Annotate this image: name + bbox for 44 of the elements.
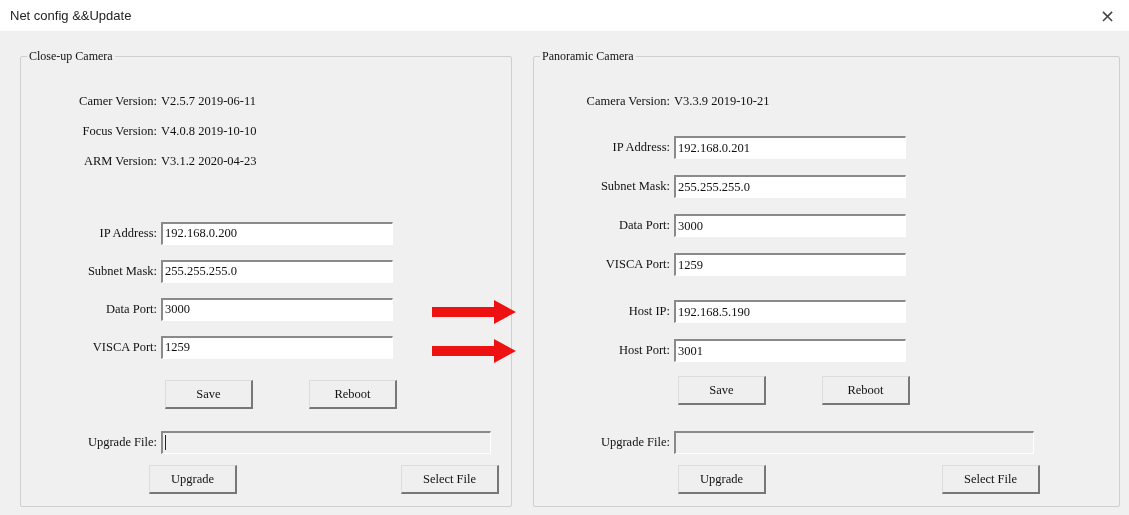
input-field[interactable]: 1259 [674, 253, 906, 276]
action-button[interactable]: Save [165, 380, 253, 409]
group-title: Close-up Camera [28, 49, 114, 64]
action-button[interactable]: Upgrade [678, 465, 766, 494]
version-label: Camera Version: [585, 93, 671, 109]
close-button[interactable]: × [1095, 5, 1119, 26]
field-label: Upgrade File: [599, 434, 671, 450]
action-button[interactable]: Save [678, 376, 766, 405]
input-field[interactable]: 3000 [161, 297, 393, 321]
action-button[interactable]: Upgrade [149, 465, 237, 494]
field-label: IP Address: [98, 225, 158, 241]
field-label: IP Address: [611, 140, 671, 155]
action-button[interactable]: Reboot [309, 380, 397, 409]
input-field[interactable]: 192.168.5.190 [674, 300, 906, 323]
field-label: Host Port: [617, 343, 671, 358]
version-value: V2.5.7 2019-06-11 [161, 93, 256, 109]
field-label: Upgrade File: [86, 434, 158, 450]
field-label: Subnet Mask: [599, 179, 671, 194]
window-title: Net config &&Update [10, 8, 132, 23]
field-label: VISCA Port: [604, 257, 671, 272]
input-field[interactable]: 1259 [161, 335, 393, 359]
input-field[interactable]: 255.255.255.0 [161, 259, 393, 283]
version-label: Focus Version: [81, 123, 158, 139]
action-button[interactable]: Select File [942, 465, 1040, 494]
field-label: Subnet Mask: [86, 263, 158, 279]
action-button[interactable]: Select File [401, 465, 499, 494]
field-label: VISCA Port: [91, 339, 158, 355]
input-field[interactable]: 3001 [674, 339, 906, 362]
file-path-field[interactable] [674, 430, 1034, 454]
input-field[interactable]: 192.168.0.200 [161, 221, 393, 245]
version-value: V3.1.2 2020-04-23 [161, 153, 257, 169]
version-value: V4.0.8 2019-10-10 [161, 123, 257, 139]
input-field[interactable]: 255.255.255.0 [674, 175, 906, 198]
file-path-field[interactable] [161, 430, 491, 454]
field-label: Data Port: [617, 218, 671, 233]
action-button[interactable]: Reboot [822, 376, 910, 405]
version-label: ARM Version: [82, 153, 158, 169]
field-label: Host IP: [627, 304, 671, 319]
input-field[interactable]: 192.168.0.201 [674, 136, 906, 159]
group-title: Panoramic Camera [541, 49, 635, 64]
version-value: V3.3.9 2019-10-21 [674, 93, 770, 109]
input-field[interactable]: 3000 [674, 214, 906, 237]
field-label: Data Port: [104, 301, 158, 317]
version-label: Camer Version: [78, 93, 158, 109]
